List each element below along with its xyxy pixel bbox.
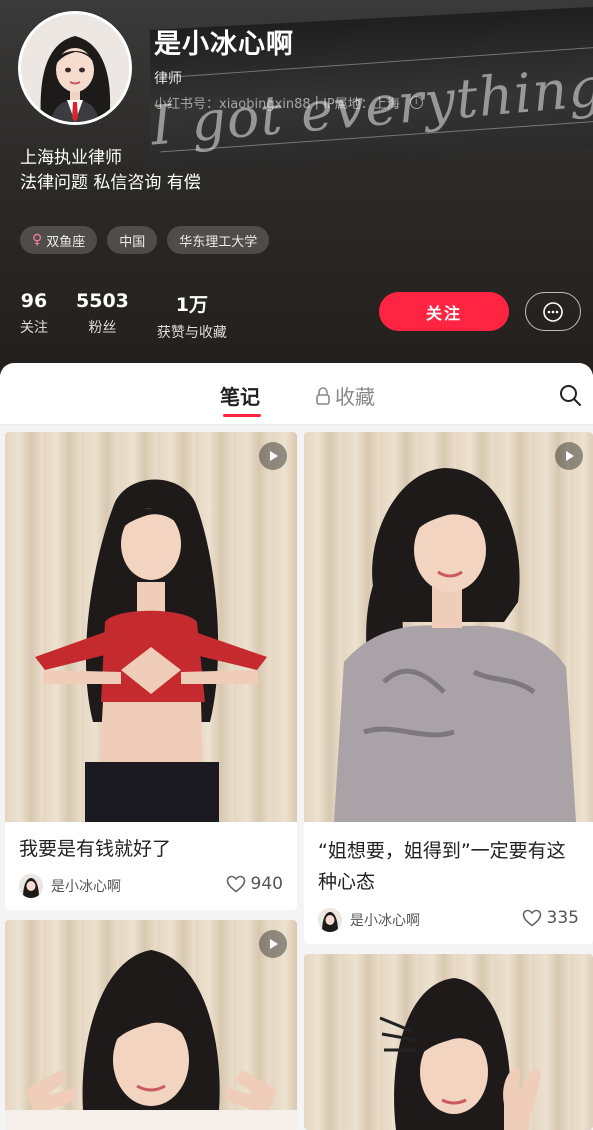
profile-meta: 小红书号：xiaobingxin88 | IP属地：上海 i: [154, 93, 423, 112]
note-author[interactable]: 是小冰心啊: [19, 874, 121, 898]
content-tabs: 笔记 收藏: [0, 363, 593, 425]
stat-followers[interactable]: 5503 粉丝: [76, 290, 129, 342]
note-card[interactable]: [304, 954, 593, 1130]
heart-icon: [522, 909, 541, 927]
stat-label: 获赞与收藏: [156, 325, 227, 341]
tab-label: 笔记: [220, 385, 260, 409]
search-icon[interactable]: [558, 383, 582, 407]
bio-line: 法律问题 私信咨询 有偿: [20, 173, 201, 193]
tab-favorites[interactable]: 收藏: [315, 381, 375, 410]
note-thumbnail[interactable]: [304, 432, 593, 822]
meta-separator: |: [314, 95, 320, 110]
note-likes[interactable]: 335: [522, 908, 579, 928]
tag-country[interactable]: 中国: [107, 226, 158, 254]
note-card[interactable]: “姐想要，姐得到”一定要有这种心态 是小冰心啊 335: [304, 432, 593, 944]
stat-number: 1万: [175, 294, 208, 316]
active-tab-indicator: [223, 414, 261, 417]
avatar[interactable]: [18, 11, 132, 125]
profile-bio: 上海执业律师 法律问题 私信咨询 有偿: [20, 146, 201, 196]
tag-label: 华东理工大学: [179, 234, 258, 250]
chat-bubble-icon: [543, 301, 563, 322]
play-icon: [555, 442, 583, 470]
profile-stats: 96 关注 5503 粉丝 1万 获赞与收藏: [20, 290, 227, 342]
note-thumbnail[interactable]: [304, 954, 593, 1130]
note-title: 我要是有钱就好了: [19, 838, 172, 860]
stat-number: 96: [20, 290, 48, 312]
profile-name: 是小冰心啊: [154, 29, 294, 60]
female-icon: ♀: [32, 232, 43, 248]
stat-label: 粉丝: [88, 320, 117, 336]
profile-header: I got everything. 是小冰心啊 律师 小红书号：xiaobing…: [0, 0, 593, 375]
author-avatar: [318, 908, 342, 932]
message-button[interactable]: [525, 292, 581, 331]
tag-school[interactable]: 华东理工大学: [167, 226, 270, 254]
tag-label: 中国: [119, 234, 146, 250]
profile-ip: IP属地：上海: [323, 97, 400, 112]
follow-button[interactable]: 关注: [379, 292, 509, 331]
note-title: “姐想要，姐得到”一定要有这种心态: [318, 840, 566, 893]
like-count: 940: [250, 874, 283, 894]
stat-number: 5503: [76, 290, 129, 312]
tag-zodiac[interactable]: ♀ 双鱼座: [20, 226, 98, 254]
heart-icon: [226, 875, 245, 893]
info-icon[interactable]: i: [409, 96, 423, 109]
profile-role: 律师: [154, 71, 182, 87]
author-name: 是小冰心啊: [51, 879, 121, 895]
note-thumbnail[interactable]: [5, 432, 297, 822]
note-card[interactable]: [5, 920, 297, 1130]
note-author[interactable]: 是小冰心啊: [318, 908, 420, 932]
stat-following[interactable]: 96 关注: [20, 290, 48, 342]
tab-label: 收藏: [335, 385, 375, 409]
note-card[interactable]: 我要是有钱就好了 是小冰心啊 940: [5, 432, 297, 910]
stat-label: 关注: [20, 320, 48, 336]
play-icon: [259, 442, 287, 470]
bio-line: 上海执业律师: [20, 148, 122, 168]
like-count: 335: [546, 908, 579, 928]
tab-notes[interactable]: 笔记: [220, 381, 261, 417]
stat-likes[interactable]: 1万 获赞与收藏: [157, 290, 227, 342]
author-name: 是小冰心啊: [350, 913, 420, 929]
profile-tags: ♀ 双鱼座 中国 华东理工大学: [20, 226, 270, 254]
note-thumbnail[interactable]: [5, 920, 297, 1130]
note-likes[interactable]: 940: [226, 874, 283, 894]
tag-label: 双鱼座: [46, 234, 86, 250]
profile-id: 小红书号：xiaobingxin88: [154, 97, 311, 112]
author-avatar: [19, 874, 43, 898]
lock-icon: [316, 386, 330, 405]
play-icon: [259, 930, 287, 958]
